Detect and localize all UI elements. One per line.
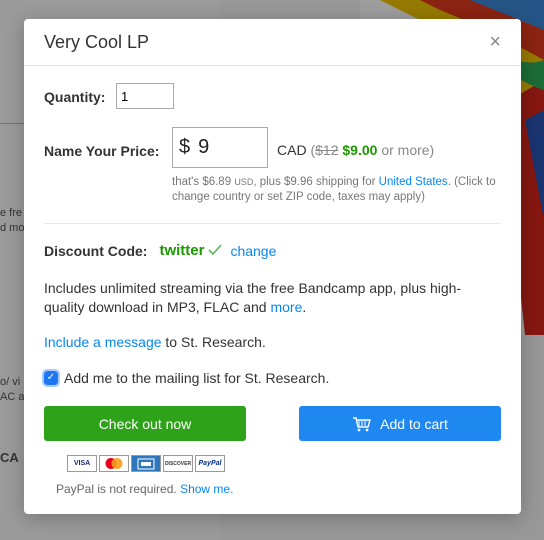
dialog-header: Very Cool LP × [24,19,521,66]
includes-description: Includes unlimited streaming via the fre… [44,280,462,315]
quantity-label: Quantity: [44,89,106,105]
includes-period: . [302,299,307,315]
checkout-button[interactable]: Check out now [44,406,246,441]
country-link[interactable]: United States [379,176,448,188]
close-icon[interactable]: × [489,32,501,52]
converted-price: that's $6.89 [172,176,232,188]
original-price: $12 [315,142,339,158]
or-more-text: or more) [381,142,435,158]
discover-icon: DISCOVER [163,455,193,472]
paypal-note-text: PayPal is not required. [56,482,177,496]
price-info: CAD ($12 $9.00 or more) [277,142,434,158]
mastercard-icon [99,455,129,472]
paypal-icon: PayPal [195,455,225,472]
sale-price: $9.00 [342,142,378,158]
shipping-text: , plus $9.96 shipping for [253,176,376,188]
amex-icon [131,455,161,472]
discount-code: twitter [159,242,205,259]
add-to-cart-button[interactable]: Add to cart [299,406,501,441]
price-input[interactable]: $ 9 [172,127,268,168]
change-discount-link[interactable]: change [230,243,276,259]
shipping-note: that's $6.89 USD, plus $9.96 shipping fo… [172,175,507,205]
add-to-cart-label: Add to cart [380,415,448,432]
message-suffix: to St. Research. [165,334,266,350]
discount-row: Discount Code: twitter change [44,242,276,259]
paypal-note: PayPal is not required. Show me. [24,482,521,496]
usd-label: USD [234,177,254,187]
currency-symbol: $ [179,136,191,158]
include-message-link[interactable]: Include a message [44,334,162,350]
currency-code: CAD [277,142,307,158]
mailing-list-label: Add me to the mailing list for St. Resea… [64,370,330,386]
more-link[interactable]: more [270,299,302,315]
price-value: 9 [198,136,210,158]
dialog-title: Very Cool LP [44,31,150,52]
check-icon [208,243,223,259]
price-label: Name Your Price: [44,143,160,159]
divider [44,223,501,224]
visa-icon: VISA [67,455,97,472]
quantity-input[interactable] [116,83,174,109]
mailing-list-checkbox[interactable]: ✓ [42,369,60,387]
message-row: Include a message to St. Research. [44,333,484,352]
includes-text: Includes unlimited streaming via the fre… [44,279,484,317]
purchase-dialog: Very Cool LP × Quantity: Name Your Price… [24,19,521,514]
discount-label: Discount Code: [44,242,148,259]
payment-logos: VISA DISCOVER PayPal [67,455,225,472]
show-me-link[interactable]: Show me. [180,482,233,496]
cart-icon [352,416,372,432]
